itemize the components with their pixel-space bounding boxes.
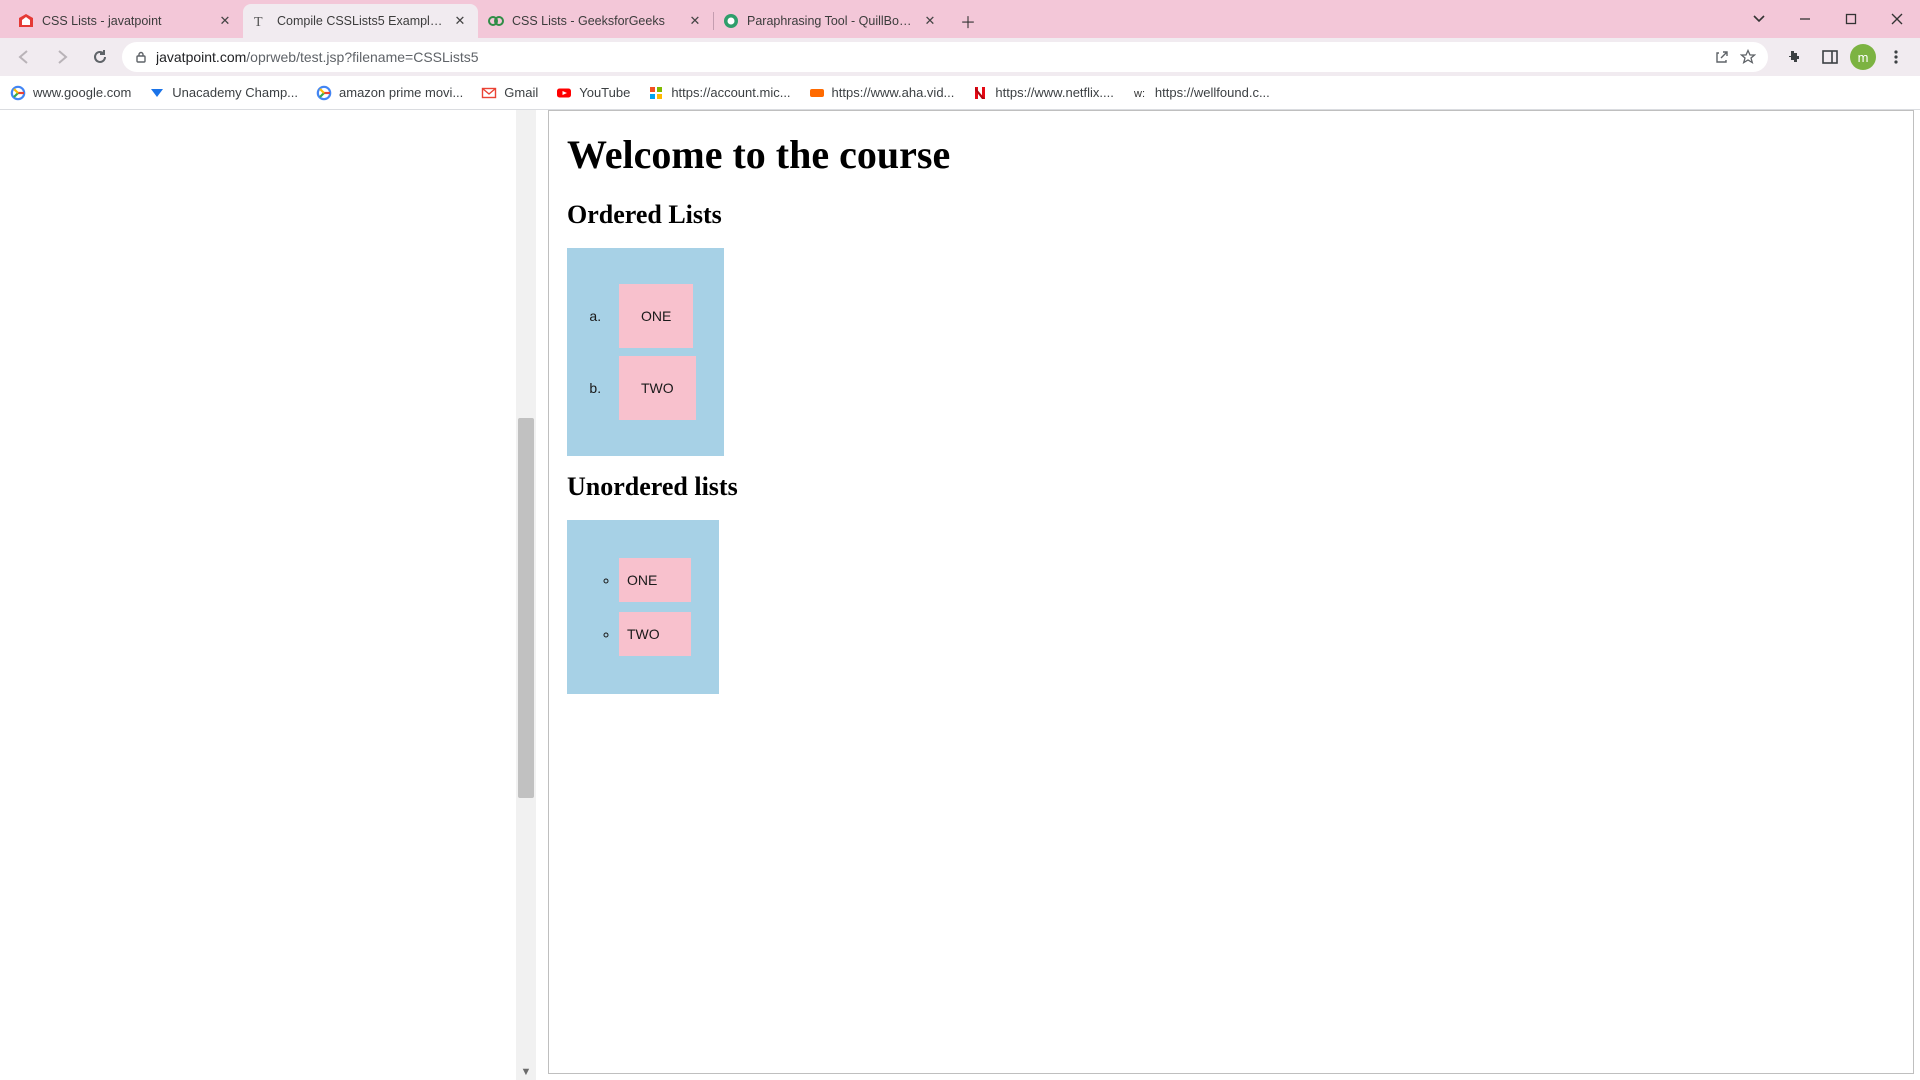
- omnibox[interactable]: javatpoint.com/oprweb/test.jsp?filename=…: [122, 42, 1768, 72]
- wellfound-icon: w:: [1132, 85, 1148, 101]
- bookmarks-bar: www.google.com Unacademy Champ... amazon…: [0, 76, 1920, 110]
- profile-avatar[interactable]: m: [1850, 44, 1876, 70]
- bookmark-google[interactable]: www.google.com: [10, 85, 131, 101]
- gmail-icon: [481, 85, 497, 101]
- bookmark-wellfound[interactable]: w: https://wellfound.c...: [1132, 85, 1270, 101]
- svg-text:w:: w:: [1133, 88, 1145, 100]
- url-path: /oprweb/test.jsp?filename=CSSLists5: [246, 49, 478, 65]
- list-item: ONE: [619, 558, 691, 602]
- tab-label: Paraphrasing Tool - QuillBot AI: [747, 14, 914, 28]
- aha-icon: [809, 85, 825, 101]
- close-icon[interactable]: ✕: [452, 13, 468, 29]
- microsoft-icon: [648, 85, 664, 101]
- code-editor-pane[interactable]: ▼: [0, 110, 536, 1080]
- tab-label: CSS Lists - GeeksforGeeks: [512, 14, 679, 28]
- bookmark-gmail[interactable]: Gmail: [481, 85, 538, 101]
- reload-button[interactable]: [84, 41, 116, 73]
- window-controls: [1736, 0, 1920, 38]
- bookmark-youtube[interactable]: YouTube: [556, 85, 630, 101]
- page-title: Welcome to the course: [567, 131, 1895, 178]
- avatar-letter: m: [1858, 50, 1869, 65]
- bookmark-amazonprime[interactable]: amazon prime movi...: [316, 85, 463, 101]
- url-host: javatpoint.com: [156, 49, 246, 65]
- unacademy-icon: [149, 85, 165, 101]
- url-text: javatpoint.com/oprweb/test.jsp?filename=…: [156, 49, 1706, 65]
- close-window-button[interactable]: [1874, 0, 1920, 38]
- quillbot-icon: [723, 13, 739, 29]
- bookmark-label: www.google.com: [33, 85, 131, 100]
- new-tab-button[interactable]: ＋: [954, 7, 982, 35]
- bookmark-label: https://www.netflix....: [995, 85, 1114, 100]
- tab-strip: CSS Lists - javatpoint ✕ T Compile CSSLi…: [0, 0, 1920, 38]
- sidepanel-button[interactable]: [1814, 41, 1846, 73]
- unordered-lists-heading: Unordered lists: [567, 472, 1895, 502]
- tab-quillbot[interactable]: Paraphrasing Tool - QuillBot AI ✕: [713, 4, 948, 38]
- lock-icon: [134, 50, 148, 64]
- list-item-label: TWO: [627, 626, 660, 642]
- tab-compile-csslists5[interactable]: T Compile CSSLists5 Example: Edit ✕: [243, 4, 478, 38]
- bookmark-label: YouTube: [579, 85, 630, 100]
- extensions-button[interactable]: [1778, 41, 1810, 73]
- tab-label: Compile CSSLists5 Example: Edit: [277, 14, 444, 28]
- scrollbar-thumb[interactable]: [518, 418, 534, 798]
- bookmark-label: https://wellfound.c...: [1155, 85, 1270, 100]
- ordered-list: ONE TWO: [585, 284, 696, 420]
- close-icon[interactable]: ✕: [922, 13, 938, 29]
- bookmark-unacademy[interactable]: Unacademy Champ...: [149, 85, 298, 101]
- youtube-icon: [556, 85, 572, 101]
- back-button[interactable]: [8, 41, 40, 73]
- tab-javatpoint[interactable]: CSS Lists - javatpoint ✕: [8, 4, 243, 38]
- bookmark-label: amazon prime movi...: [339, 85, 463, 100]
- list-item-label: ONE: [627, 572, 657, 588]
- code-scrollbar[interactable]: ▼: [516, 110, 536, 1080]
- bookmark-label: Gmail: [504, 85, 538, 100]
- list-item-label: TWO: [619, 356, 696, 420]
- google-icon: [10, 85, 26, 101]
- close-icon[interactable]: ✕: [217, 13, 233, 29]
- javatpoint-icon: [18, 13, 34, 29]
- close-icon[interactable]: ✕: [687, 13, 703, 29]
- bookmark-label: https://account.mic...: [671, 85, 790, 100]
- share-icon[interactable]: [1714, 49, 1730, 65]
- output-pane[interactable]: Welcome to the course Ordered Lists ONE …: [548, 110, 1914, 1074]
- unordered-list-box: ONE TWO: [567, 520, 719, 694]
- text-icon: T: [253, 13, 269, 29]
- bookmark-label: https://www.aha.vid...: [832, 85, 955, 100]
- forward-button[interactable]: [46, 41, 78, 73]
- bookmark-microsoft[interactable]: https://account.mic...: [648, 85, 790, 101]
- tab-geeksforgeeks[interactable]: CSS Lists - GeeksforGeeks ✕: [478, 4, 713, 38]
- list-item: TWO: [605, 356, 696, 420]
- google-icon: [316, 85, 332, 101]
- address-bar: javatpoint.com/oprweb/test.jsp?filename=…: [0, 38, 1920, 76]
- bookmark-netflix[interactable]: https://www.netflix....: [972, 85, 1114, 101]
- minimize-button[interactable]: [1782, 0, 1828, 38]
- bookmark-aha[interactable]: https://www.aha.vid...: [809, 85, 955, 101]
- list-item: ONE: [605, 284, 696, 348]
- tab-search-button[interactable]: [1736, 0, 1782, 38]
- maximize-button[interactable]: [1828, 0, 1874, 38]
- bookmark-star-icon[interactable]: [1740, 49, 1756, 65]
- ordered-lists-heading: Ordered Lists: [567, 200, 1895, 230]
- rendered-document: Welcome to the course Ordered Lists ONE …: [549, 111, 1913, 734]
- svg-text:T: T: [254, 15, 263, 29]
- list-item: TWO: [619, 612, 691, 656]
- gfg-icon: [488, 13, 504, 29]
- page-viewport: ▼ Welcome to the course Ordered Lists ON…: [0, 110, 1920, 1080]
- tab-label: CSS Lists - javatpoint: [42, 14, 209, 28]
- kebab-menu-button[interactable]: [1880, 41, 1912, 73]
- unordered-list: ONE TWO: [585, 558, 691, 656]
- list-item-label: ONE: [619, 284, 693, 348]
- bookmark-label: Unacademy Champ...: [172, 85, 298, 100]
- scroll-down-icon[interactable]: ▼: [516, 1066, 536, 1078]
- ordered-list-box: ONE TWO: [567, 248, 724, 456]
- netflix-icon: [972, 85, 988, 101]
